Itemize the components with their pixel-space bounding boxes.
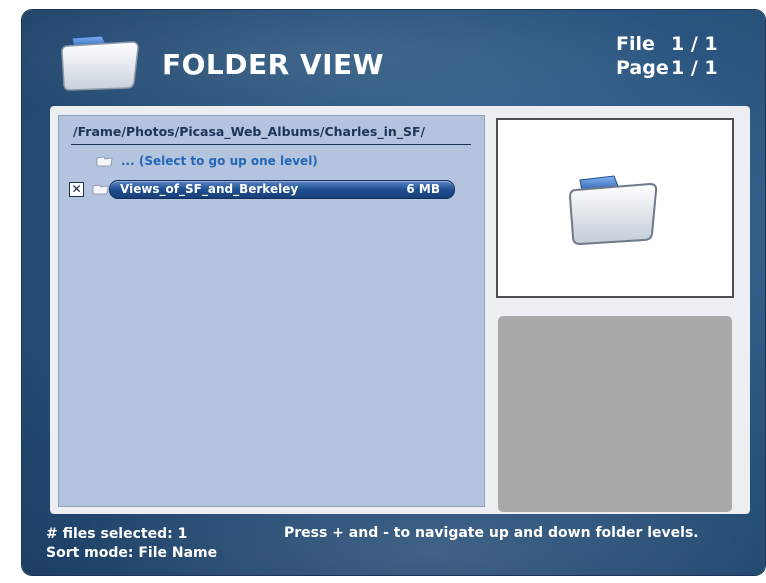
go-up-level-label: ... (Select to go up one level) — [121, 154, 318, 168]
file-counter-label: File — [616, 33, 655, 55]
content-panel: /Frame/Photos/Picasa_Web_Albums/Charles_… — [50, 106, 750, 514]
item-size: 6 MB — [406, 182, 440, 196]
page-counter-label: Page — [616, 57, 669, 79]
info-box — [498, 316, 732, 512]
files-selected-count: # files selected: 1 — [46, 526, 188, 542]
page-title: FOLDER VIEW — [162, 48, 385, 81]
selection-highlight[interactable]: Views_of_SF_and_Berkeley 6 MB — [109, 180, 455, 199]
current-path: /Frame/Photos/Picasa_Web_Albums/Charles_… — [73, 124, 426, 139]
page-counters: File 1 / 1 Page 1 / 1 — [616, 32, 718, 80]
folder-list-pane: /Frame/Photos/Picasa_Web_Albums/Charles_… — [58, 115, 485, 507]
item-checkbox[interactable]: ✕ — [69, 182, 84, 197]
list-item[interactable]: ✕ Views_of_SF_and_Berkeley 6 MB — [65, 178, 475, 200]
small-folder-icon — [96, 156, 113, 167]
preview-pane — [496, 118, 734, 298]
folder-icon — [61, 35, 139, 91]
file-counter-value: 1 / 1 — [671, 33, 718, 55]
page-counter-value: 1 / 1 — [671, 57, 718, 79]
item-name: Views_of_SF_and_Berkeley — [120, 182, 299, 196]
sort-mode: Sort mode: File Name — [46, 545, 218, 561]
folder-preview-icon — [568, 175, 658, 246]
path-divider — [71, 144, 471, 145]
go-up-level-item[interactable]: ... (Select to go up one level) — [95, 154, 318, 168]
small-folder-icon — [92, 184, 109, 195]
status-area: # files selected: 1 Sort mode: File Name — [46, 525, 217, 563]
navigation-hint: Press + and - to navigate up and down fo… — [284, 525, 699, 541]
frame-screen: FOLDER VIEW File 1 / 1 Page 1 / 1 /Frame… — [22, 10, 765, 575]
